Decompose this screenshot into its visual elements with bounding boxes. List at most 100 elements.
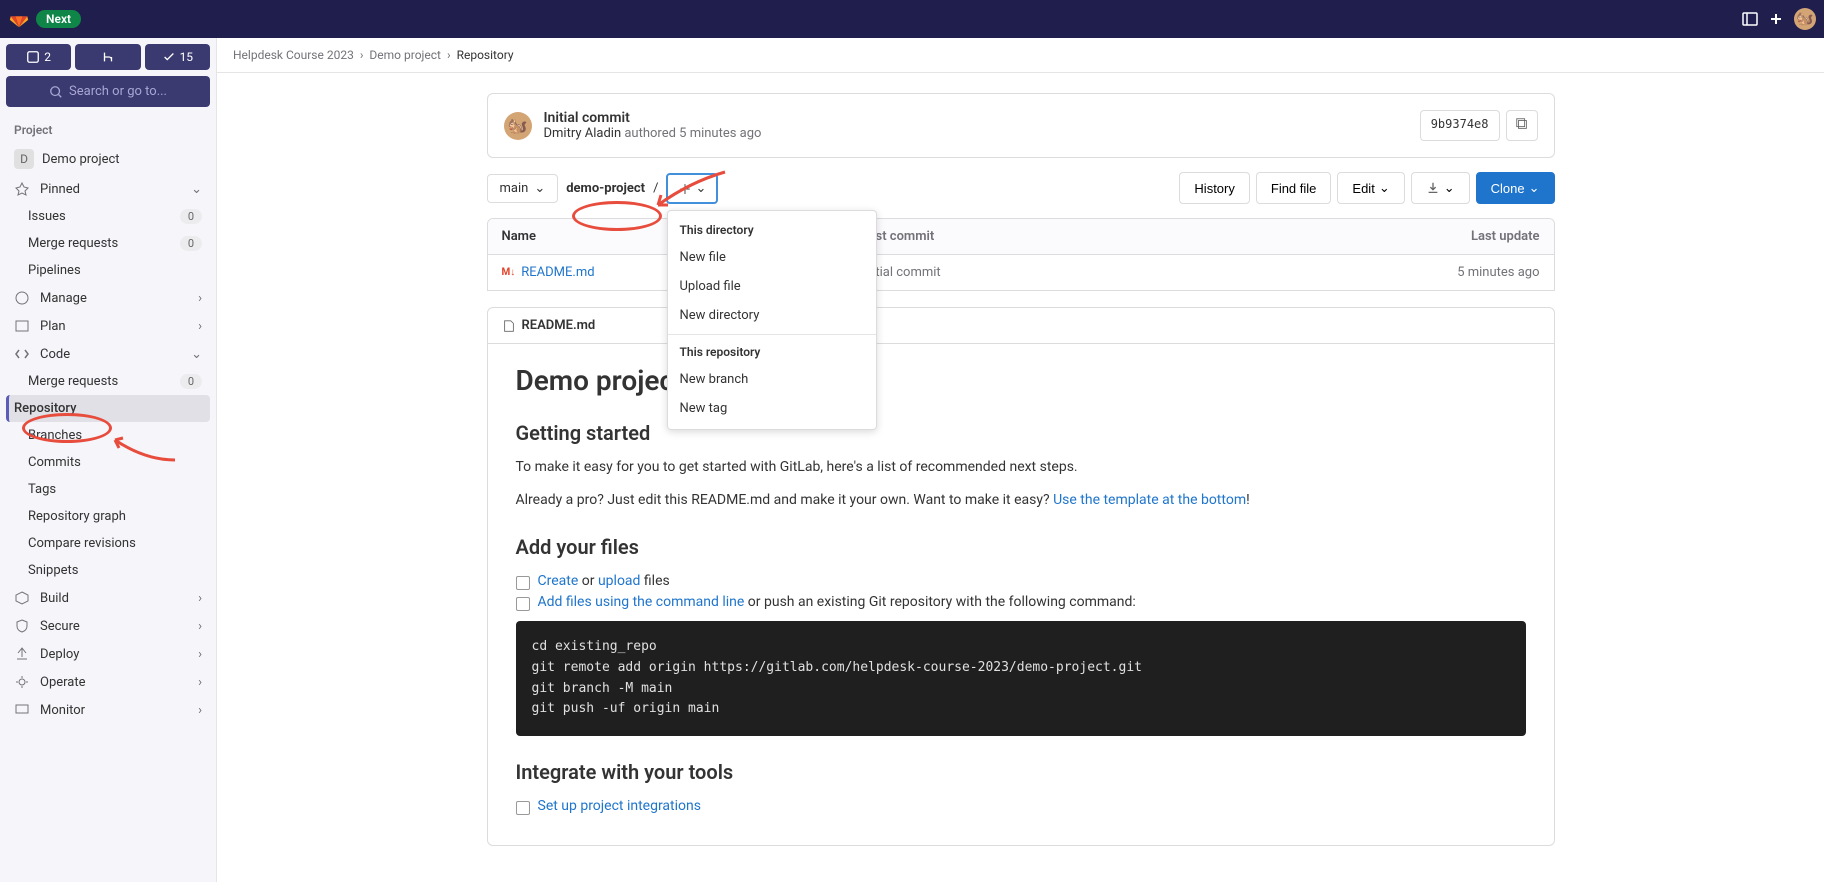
chevron-right-icon: › — [198, 591, 202, 606]
gitlab-logo-icon[interactable] — [8, 8, 30, 30]
readme-h2-add-files: Add your files — [516, 535, 1526, 559]
sidebar-item-operate[interactable]: Operate › — [6, 668, 210, 696]
sidebar-toggle-icon[interactable] — [1742, 11, 1758, 27]
dropdown-header-repository: This repository — [668, 339, 876, 365]
sidebar-item-issues[interactable]: Issues 0 — [6, 203, 210, 230]
sidebar-pinned[interactable]: Pinned ⌄ — [6, 175, 210, 203]
dropdown-new-tag[interactable]: New tag — [668, 394, 876, 423]
sidebar-stat-issues[interactable]: 2 — [6, 44, 71, 70]
sidebar-item-tags[interactable]: Tags — [6, 476, 210, 503]
dropdown-upload-file[interactable]: Upload file — [668, 272, 876, 301]
plan-label: Plan — [40, 319, 66, 334]
table-row[interactable]: M↓ README.md Initial commit 5 minutes ag… — [488, 255, 1554, 290]
dropdown-new-file[interactable]: New file — [668, 243, 876, 272]
sidebar-item-plan[interactable]: Plan › — [6, 312, 210, 340]
readme-task-2: Add files using the command line or push… — [516, 592, 1526, 613]
code-block: cd existing_repo git remote add origin h… — [516, 621, 1526, 736]
tags-label: Tags — [28, 482, 56, 497]
create-link[interactable]: Create — [538, 573, 579, 589]
chevron-down-icon: ⌄ — [1379, 180, 1390, 196]
integrations-link[interactable]: Set up project integrations — [538, 798, 701, 814]
sidebar-stat-mr[interactable] — [75, 44, 140, 70]
checkbox-icon[interactable] — [516, 576, 530, 590]
table-header-commit: Last commit — [848, 219, 1374, 254]
dropdown-separator — [668, 334, 876, 335]
checkbox-icon[interactable] — [516, 801, 530, 815]
sidebar-search[interactable]: Search or go to... — [6, 76, 210, 107]
dropdown-new-directory[interactable]: New directory — [668, 301, 876, 330]
breadcrumb-item-1[interactable]: Demo project — [369, 48, 441, 62]
build-label: Build — [40, 591, 69, 606]
commit-avatar[interactable]: 🐿️ — [504, 112, 532, 140]
history-button[interactable]: History — [1179, 172, 1249, 204]
path-sep: / — [653, 181, 658, 196]
breadcrumb-item-0[interactable]: Helpdesk Course 2023 — [233, 48, 354, 62]
branch-selector[interactable]: main ⌄ — [487, 174, 559, 203]
readme-task-3: Set up project integrations — [516, 796, 1526, 817]
sidebar: 2 15 Search or go to... Project D Demo p… — [0, 38, 217, 882]
file-link[interactable]: README.md — [521, 265, 594, 280]
gear-icon — [14, 674, 30, 690]
stat-todos-count: 15 — [180, 50, 194, 64]
download-button[interactable]: ⌄ — [1411, 172, 1470, 204]
sidebar-item-compare[interactable]: Compare revisions — [6, 530, 210, 557]
add-to-tree-button[interactable]: ＋ ⌄ — [666, 173, 718, 204]
file-commit[interactable]: Initial commit — [848, 255, 1374, 290]
sidebar-item-repository[interactable]: Repository — [6, 395, 210, 422]
sidebar-item-merge-requests-pinned[interactable]: Merge requests 0 — [6, 230, 210, 257]
chevron-down-icon: ⌄ — [1529, 180, 1540, 196]
operate-label: Operate — [40, 675, 86, 690]
user-avatar[interactable]: 🐿️ — [1794, 8, 1816, 30]
branches-label: Branches — [28, 428, 82, 443]
template-link[interactable]: Use the template at the bottom — [1053, 492, 1246, 508]
cli-link[interactable]: Add files using the command line — [538, 594, 745, 610]
chevron-right-icon: › — [198, 619, 202, 634]
edit-button[interactable]: Edit ⌄ — [1337, 172, 1404, 204]
checkbox-icon[interactable] — [516, 597, 530, 611]
sidebar-project-link[interactable]: D Demo project — [6, 143, 210, 175]
sidebar-item-commits[interactable]: Commits — [6, 449, 210, 476]
breadcrumb: Helpdesk Course 2023 › Demo project › Re… — [217, 38, 1824, 73]
mr-pinned-label: Merge requests — [28, 236, 118, 251]
repo-bar: main ⌄ demo-project / ＋ ⌄ This directory… — [487, 172, 1555, 204]
sidebar-item-snippets[interactable]: Snippets — [6, 557, 210, 584]
plus-icon[interactable] — [1768, 11, 1784, 27]
todo-icon — [162, 50, 176, 64]
dropdown-new-branch[interactable]: New branch — [668, 365, 876, 394]
find-file-button[interactable]: Find file — [1256, 172, 1332, 204]
markdown-file-icon: M↓ — [502, 267, 516, 278]
sidebar-item-pipelines[interactable]: Pipelines — [6, 257, 210, 284]
repo-graph-label: Repository graph — [28, 509, 126, 524]
dropdown-header-directory: This directory — [668, 217, 876, 243]
sidebar-item-deploy[interactable]: Deploy › — [6, 640, 210, 668]
sidebar-item-code[interactable]: Code ⌄ — [6, 340, 210, 368]
sidebar-item-build[interactable]: Build › — [6, 584, 210, 612]
sidebar-item-repo-graph[interactable]: Repository graph — [6, 503, 210, 530]
breadcrumb-item-2: Repository — [457, 48, 514, 62]
merge-icon — [101, 50, 115, 64]
sidebar-item-monitor[interactable]: Monitor › — [6, 696, 210, 724]
upload-link[interactable]: upload — [598, 573, 640, 589]
sidebar-stat-todos[interactable]: 15 — [145, 44, 210, 70]
chevron-down-icon: ⌄ — [191, 182, 202, 197]
snippets-label: Snippets — [28, 563, 79, 578]
commit-author[interactable]: Dmitry Aladin — [544, 126, 622, 141]
sidebar-item-manage[interactable]: Manage › — [6, 284, 210, 312]
sidebar-item-branches[interactable]: Branches — [6, 422, 210, 449]
code-mr-label: Merge requests — [28, 374, 118, 389]
chevron-down-icon: ⌄ — [191, 347, 202, 362]
clone-button[interactable]: Clone ⌄ — [1476, 172, 1555, 204]
commit-title[interactable]: Initial commit — [544, 110, 762, 126]
chevron-right-icon: › — [198, 319, 202, 334]
sidebar-item-secure[interactable]: Secure › — [6, 612, 210, 640]
next-badge: Next — [36, 10, 81, 28]
clone-label: Clone — [1491, 181, 1525, 196]
commit-sha[interactable]: 9b9374e8 — [1420, 110, 1500, 141]
sidebar-item-code-merge-requests[interactable]: Merge requests 0 — [6, 368, 210, 395]
search-icon — [49, 85, 63, 99]
chevron-right-icon: › — [198, 703, 202, 718]
copy-sha-button[interactable] — [1506, 110, 1538, 141]
deploy-label: Deploy — [40, 647, 79, 662]
repo-path[interactable]: demo-project — [566, 181, 645, 196]
chevron-right-icon: › — [198, 291, 202, 306]
